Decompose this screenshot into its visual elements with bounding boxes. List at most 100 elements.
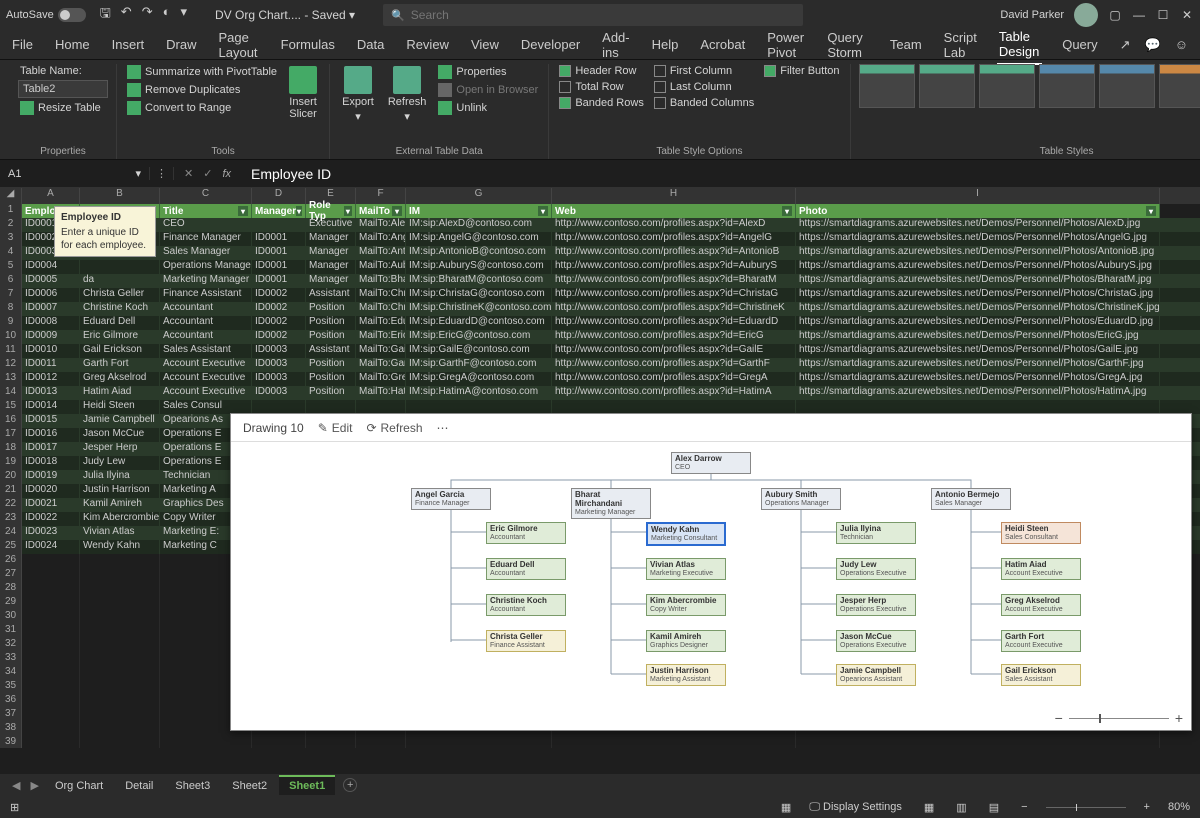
col-head[interactable]: C bbox=[160, 188, 252, 204]
tab-power-pivot[interactable]: Power Pivot bbox=[765, 26, 807, 64]
cell[interactable]: ID0003 bbox=[252, 344, 306, 358]
autosave-toggle[interactable]: AutoSave bbox=[6, 8, 86, 22]
cell[interactable]: Accountant bbox=[160, 316, 252, 330]
tab-data[interactable]: Data bbox=[355, 33, 386, 56]
cell[interactable] bbox=[306, 736, 356, 748]
cell[interactable]: ID0001 bbox=[252, 274, 306, 288]
cell[interactable] bbox=[252, 218, 306, 232]
export-button[interactable]: Export▾ bbox=[338, 64, 378, 125]
row-head[interactable]: 11 bbox=[0, 344, 22, 358]
zoom-slider[interactable] bbox=[1069, 718, 1169, 719]
cell[interactable] bbox=[80, 624, 160, 638]
cell[interactable]: Accountant bbox=[160, 302, 252, 316]
cell[interactable]: http://www.contoso.com/profiles.aspx?id=… bbox=[552, 372, 796, 386]
row-head[interactable]: 35 bbox=[0, 680, 22, 694]
redo-icon[interactable]: ↷ bbox=[142, 4, 153, 26]
cell[interactable]: https://smartdiagrams.azurewebsites.net/… bbox=[796, 316, 1160, 330]
org-node[interactable]: Justin HarrisonMarketing Assistant bbox=[646, 664, 726, 686]
search-box[interactable]: 🔍 bbox=[383, 4, 803, 26]
cell[interactable] bbox=[406, 736, 552, 748]
cell[interactable]: Kamil Amireh bbox=[80, 498, 160, 512]
row-head[interactable]: 6 bbox=[0, 274, 22, 288]
cell[interactable]: http://www.contoso.com/profiles.aspx?id=… bbox=[552, 274, 796, 288]
cell[interactable]: http://www.contoso.com/profiles.aspx?id=… bbox=[552, 330, 796, 344]
cell[interactable] bbox=[80, 554, 160, 568]
tab-draw[interactable]: Draw bbox=[164, 33, 198, 56]
cell[interactable]: http://www.contoso.com/profiles.aspx?id=… bbox=[552, 358, 796, 372]
cell[interactable] bbox=[22, 680, 80, 694]
resize-table-button[interactable]: Resize Table bbox=[18, 100, 108, 116]
row-head[interactable]: 3 bbox=[0, 232, 22, 246]
cell[interactable]: MailTo:Ang bbox=[356, 232, 406, 246]
undo-icon[interactable]: ↶ bbox=[121, 4, 132, 26]
row-head[interactable]: 21 bbox=[0, 484, 22, 498]
cell[interactable] bbox=[80, 680, 160, 694]
normal-view-icon[interactable]: ▦ bbox=[920, 801, 938, 814]
formula-input[interactable]: Employee ID bbox=[241, 166, 331, 182]
cell[interactable]: https://smartdiagrams.azurewebsites.net/… bbox=[796, 246, 1160, 260]
table-style[interactable] bbox=[1159, 64, 1200, 108]
refresh-button[interactable]: Refresh▾ bbox=[384, 64, 431, 125]
zoom-out-icon[interactable]: − bbox=[1055, 710, 1063, 726]
cell[interactable] bbox=[356, 736, 406, 748]
cell[interactable]: Greg Akselrod bbox=[80, 372, 160, 386]
org-node[interactable]: Jason McCueOperations Executive bbox=[836, 630, 916, 652]
cell[interactable]: Assistant bbox=[306, 344, 356, 358]
cell[interactable]: Marketing Manager bbox=[160, 274, 252, 288]
cell[interactable]: ID0005 bbox=[22, 274, 80, 288]
cell[interactable]: ID0006 bbox=[22, 288, 80, 302]
col-head[interactable]: F bbox=[356, 188, 406, 204]
cell[interactable]: ID0016 bbox=[22, 428, 80, 442]
drawing-zoom[interactable]: − + bbox=[1055, 710, 1183, 726]
cell[interactable] bbox=[80, 260, 160, 274]
cell[interactable] bbox=[22, 722, 80, 736]
row-head[interactable]: 26 bbox=[0, 554, 22, 568]
cell[interactable]: IM:sip:GregA@contoso.com bbox=[406, 372, 552, 386]
org-node[interactable]: Angel GarciaFinance Manager bbox=[411, 488, 491, 510]
cell[interactable] bbox=[80, 582, 160, 596]
row-head[interactable]: 28 bbox=[0, 582, 22, 596]
cell[interactable]: Garth Fort bbox=[80, 358, 160, 372]
cell[interactable] bbox=[80, 638, 160, 652]
table-header[interactable]: Role Typ▾ bbox=[306, 204, 356, 218]
cell[interactable]: https://smartdiagrams.azurewebsites.net/… bbox=[796, 344, 1160, 358]
filter-dropdown-icon[interactable]: ▾ bbox=[344, 206, 352, 216]
org-node[interactable]: Jamie CampbellOpearions Assistant bbox=[836, 664, 916, 686]
enter-icon[interactable]: ✓ bbox=[203, 167, 212, 180]
org-node[interactable]: Julia IlyinaTechnician bbox=[836, 522, 916, 544]
edit-button[interactable]: ✎Edit bbox=[318, 421, 353, 435]
refresh-button[interactable]: ⟳Refresh bbox=[366, 421, 422, 435]
row-head[interactable]: 39 bbox=[0, 736, 22, 748]
row-head[interactable]: 13 bbox=[0, 372, 22, 386]
cell[interactable]: https://smartdiagrams.azurewebsites.net/… bbox=[796, 386, 1160, 400]
cell[interactable]: ID0001 bbox=[252, 260, 306, 274]
tab-file[interactable]: File bbox=[10, 33, 35, 56]
cell[interactable] bbox=[22, 624, 80, 638]
cell[interactable]: ID0002 bbox=[252, 288, 306, 302]
cell[interactable] bbox=[80, 568, 160, 582]
row-head[interactable]: 10 bbox=[0, 330, 22, 344]
cell[interactable]: MailTo:Alex bbox=[356, 218, 406, 232]
cell[interactable]: http://www.contoso.com/profiles.aspx?id=… bbox=[552, 288, 796, 302]
cell[interactable]: ID0002 bbox=[252, 316, 306, 330]
cell[interactable]: https://smartdiagrams.azurewebsites.net/… bbox=[796, 260, 1160, 274]
cell[interactable]: Jesper Herp bbox=[80, 442, 160, 456]
header-row-check[interactable]: Header Row bbox=[557, 64, 646, 78]
row-head[interactable]: 7 bbox=[0, 288, 22, 302]
minimize-icon[interactable]: — bbox=[1132, 8, 1146, 22]
org-node[interactable]: Kim AbercrombieCopy Writer bbox=[646, 594, 726, 616]
tab-query-storm[interactable]: Query Storm bbox=[825, 26, 870, 64]
row-head[interactable]: 22 bbox=[0, 498, 22, 512]
row-head[interactable]: 32 bbox=[0, 638, 22, 652]
org-node[interactable]: Wendy KahnMarketing Consultant bbox=[646, 522, 726, 546]
cell[interactable]: ID0015 bbox=[22, 414, 80, 428]
row-head[interactable]: 36 bbox=[0, 694, 22, 708]
cell[interactable]: Manager bbox=[306, 260, 356, 274]
cell[interactable] bbox=[80, 722, 160, 736]
row-head[interactable]: 16 bbox=[0, 414, 22, 428]
cell[interactable]: Justin Harrison bbox=[80, 484, 160, 498]
last-col-check[interactable]: Last Column bbox=[652, 80, 756, 94]
cell[interactable]: Account Executive bbox=[160, 386, 252, 400]
cell[interactable]: ID0003 bbox=[252, 372, 306, 386]
table-style[interactable] bbox=[1099, 64, 1155, 108]
